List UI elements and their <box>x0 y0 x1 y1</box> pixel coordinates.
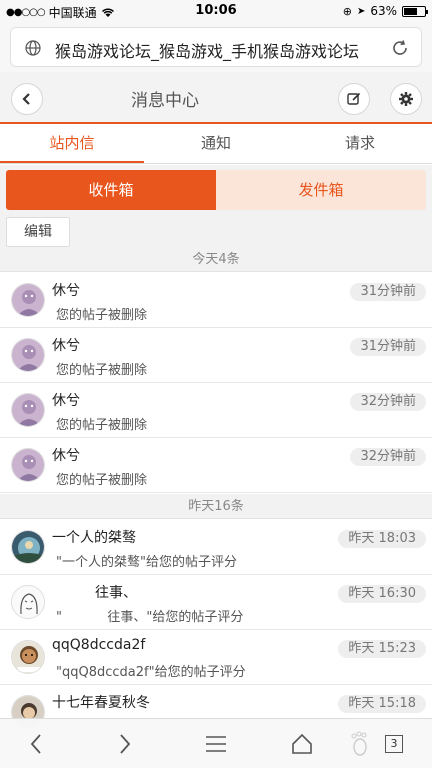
sender-name: 休兮 <box>52 283 80 299</box>
edit-row: 编辑 <box>0 215 432 247</box>
message-time: 昨天 16:30 <box>338 585 426 603</box>
message-time: 32分钟前 <box>350 393 426 411</box>
location-icon: ➤ <box>356 5 366 17</box>
message-preview: " 往事、"给您的帖子评分 <box>56 610 244 625</box>
inbox-button[interactable]: 收件箱 <box>6 170 216 210</box>
avatar <box>11 393 45 427</box>
message-time: 昨天 18:03 <box>338 530 426 548</box>
gear-icon <box>399 92 413 106</box>
avatar <box>11 283 45 317</box>
tab-count: 3 <box>385 735 403 753</box>
battery-percent: 63% <box>370 4 397 18</box>
page-header: 消息中心 <box>0 72 432 124</box>
message-preview: 您的帖子被删除 <box>56 363 148 378</box>
message-item[interactable]: 休兮 您的帖子被删除 32分钟前 <box>0 383 432 438</box>
message-item[interactable]: 一个人的桀骜 "一个人的桀骜"给您的帖子评分 昨天 18:03 <box>0 520 432 575</box>
sender-name: 休兮 <box>52 448 80 464</box>
home-icon <box>292 733 312 754</box>
avatar <box>11 530 45 564</box>
message-time: 32分钟前 <box>350 448 426 466</box>
tab-site-messages[interactable]: 站内信 <box>0 124 144 163</box>
group-header-yesterday: 昨天16条 <box>0 494 432 519</box>
box-switch-area: 收件箱 发件箱 <box>0 165 432 215</box>
message-preview: 您的帖子被删除 <box>56 473 148 488</box>
message-preview: 您的帖子被删除 <box>56 308 148 323</box>
menu-button[interactable] <box>203 731 229 757</box>
message-preview: "qqQ8dccda2f"给您的帖子评分 <box>56 665 246 680</box>
avatar <box>11 640 45 674</box>
edit-icon <box>347 92 361 105</box>
message-time: 昨天 15:18 <box>338 695 426 713</box>
home-button[interactable] <box>289 731 315 757</box>
menu-icon <box>206 736 226 752</box>
group-header-today: 今天4条 <box>0 247 432 272</box>
sender-name: 十七年春夏秋冬 <box>52 695 150 711</box>
watermark-footprint-icon <box>347 731 373 757</box>
avatar <box>11 338 45 372</box>
message-time: 31分钟前 <box>350 338 426 356</box>
tabs-button[interactable]: 3 <box>381 731 407 757</box>
globe-icon <box>25 40 41 56</box>
sender-name: 休兮 <box>52 338 80 354</box>
address-bar[interactable]: 猴岛游戏论坛_猴岛游戏_手机猴岛游戏论坛 <box>10 27 422 67</box>
avatar <box>11 448 45 482</box>
status-bar: ●●○○○ 中国联通 10:06 ⊕ ➤ 63% <box>0 0 432 22</box>
box-switch: 收件箱 发件箱 <box>6 170 426 210</box>
tab-requests[interactable]: 请求 <box>288 124 432 163</box>
message-item[interactable]: 休兮 您的帖子被删除 31分钟前 <box>0 273 432 328</box>
sender-name: 一个人的桀骜 <box>52 530 136 546</box>
message-item[interactable]: qqQ8dccda2f "qqQ8dccda2f"给您的帖子评分 昨天 15:2… <box>0 630 432 685</box>
browser-toolbar: 3 <box>0 718 432 768</box>
lock-rotation-icon: ⊕ <box>342 4 352 18</box>
page-title: 消息中心 <box>131 91 199 111</box>
sender-name: 往事、 <box>95 585 137 601</box>
outbox-button[interactable]: 发件箱 <box>216 170 426 210</box>
browser-address-area: 猴岛游戏论坛_猴岛游戏_手机猴岛游戏论坛 <box>0 22 432 72</box>
forward-nav-button[interactable] <box>112 731 138 757</box>
compose-button[interactable] <box>338 83 370 115</box>
battery-icon <box>402 5 428 17</box>
tab-notifications[interactable]: 通知 <box>144 124 288 163</box>
edit-button[interactable]: 编辑 <box>6 217 70 247</box>
message-preview: "一个人的桀骜"给您的帖子评分 <box>56 555 237 570</box>
message-item[interactable]: 休兮 您的帖子被删除 32分钟前 <box>0 438 432 493</box>
chevron-left-icon <box>30 734 41 754</box>
back-nav-button[interactable] <box>23 731 49 757</box>
message-item[interactable]: 往事、 " 往事、"给您的帖子评分 昨天 16:30 <box>0 575 432 630</box>
message-preview: 您的帖子被删除 <box>56 418 148 433</box>
reload-icon[interactable] <box>391 39 409 57</box>
settings-button[interactable] <box>390 83 422 115</box>
back-button[interactable] <box>11 83 43 115</box>
message-time: 31分钟前 <box>350 283 426 301</box>
message-tabs: 站内信 通知 请求 <box>0 124 432 164</box>
chevron-left-icon <box>22 93 30 105</box>
sender-name: 休兮 <box>52 393 80 409</box>
avatar <box>11 585 45 619</box>
chevron-right-icon <box>120 734 131 754</box>
message-item[interactable]: 休兮 您的帖子被删除 31分钟前 <box>0 328 432 383</box>
message-time: 昨天 15:23 <box>338 640 426 658</box>
page-title-url[interactable]: 猴岛游戏论坛_猴岛游戏_手机猴岛游戏论坛 <box>55 38 385 62</box>
sender-name: qqQ8dccda2f <box>52 637 146 653</box>
